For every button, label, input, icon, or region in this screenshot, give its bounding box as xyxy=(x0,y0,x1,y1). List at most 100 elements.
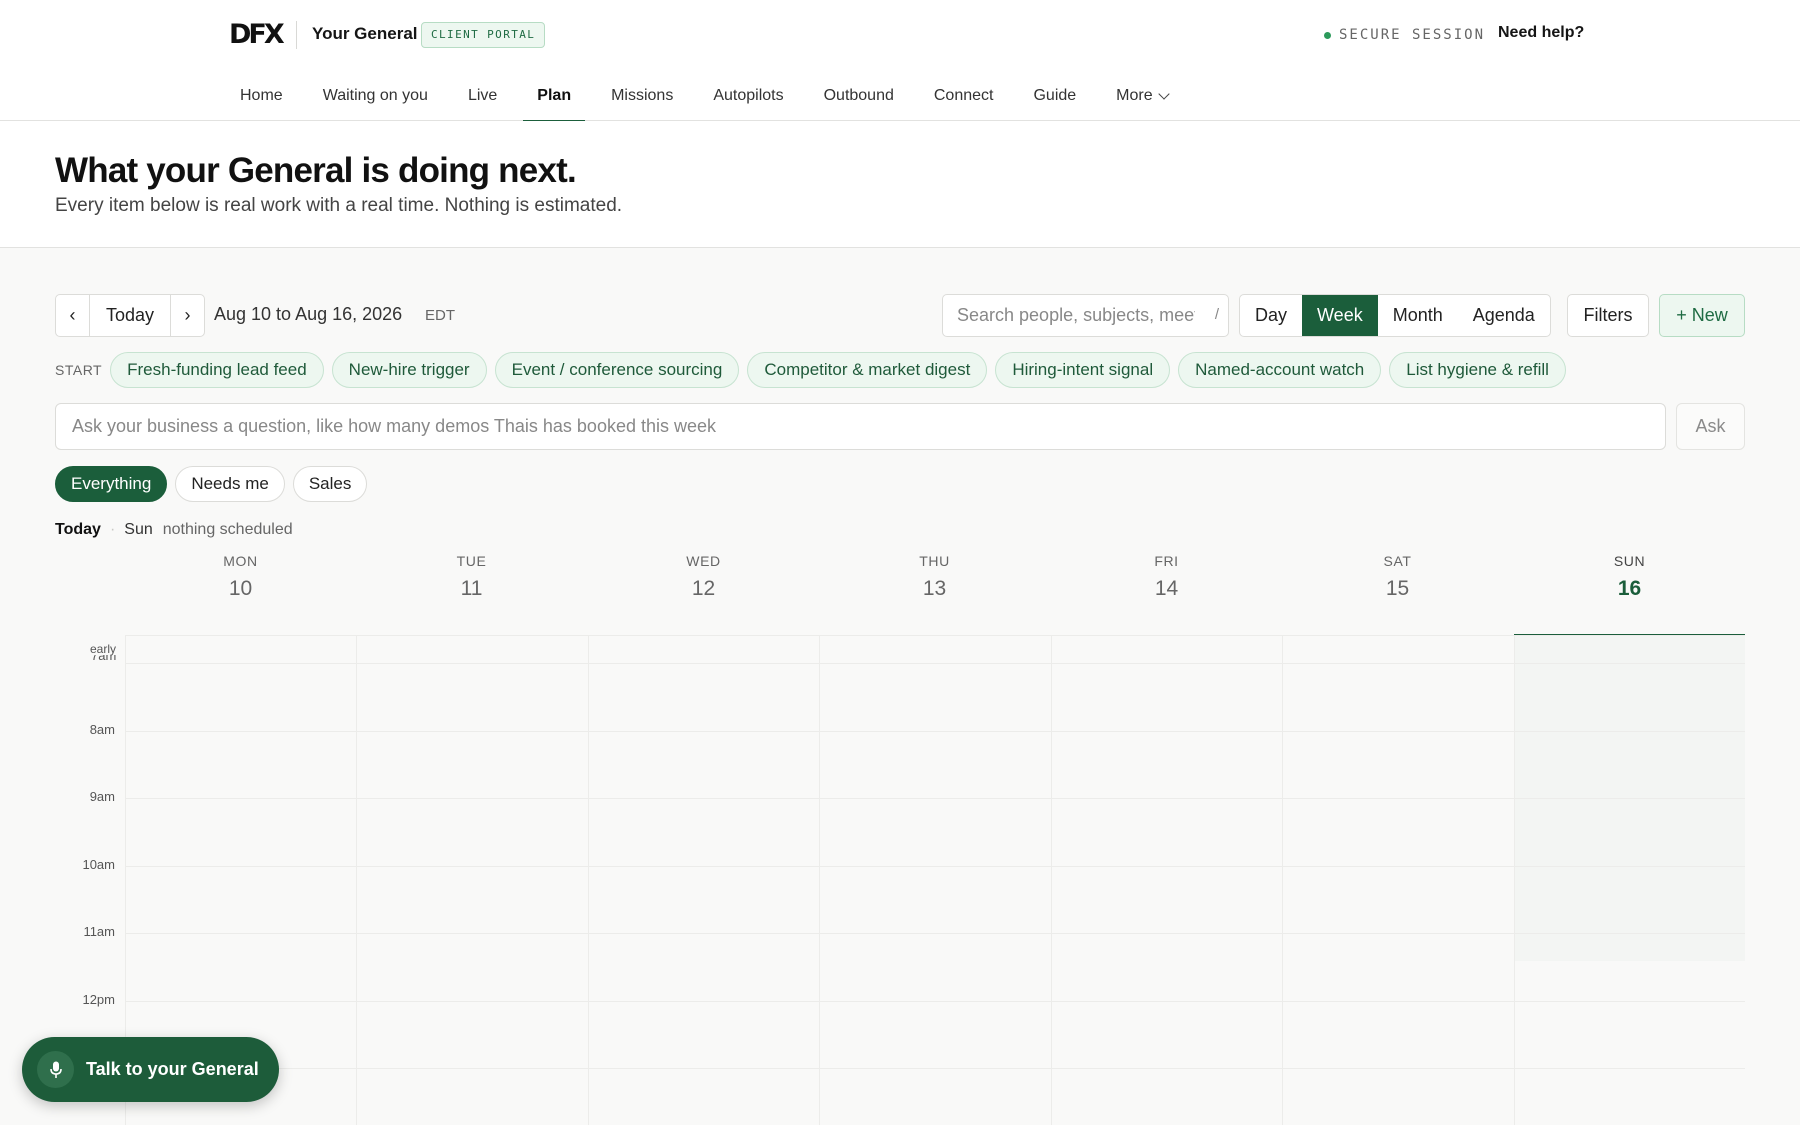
start-templates-row: START Fresh-funding lead feed New-hire t… xyxy=(55,352,1574,388)
ask-question-input[interactable] xyxy=(56,404,1665,449)
nav-item-guide[interactable]: Guide xyxy=(1013,70,1096,121)
day-name: FRI xyxy=(1154,553,1179,569)
nav-item-home[interactable]: Home xyxy=(220,70,303,121)
view-week-button[interactable]: Week xyxy=(1302,295,1378,336)
day-header-wed[interactable]: WED 12 xyxy=(588,552,819,601)
grid-column-line xyxy=(1282,636,1283,1125)
next-week-button[interactable]: › xyxy=(171,295,204,336)
nav-item-outbound[interactable]: Outbound xyxy=(804,70,914,121)
dfx-logo[interactable]: DFX xyxy=(229,20,285,50)
previous-week-button[interactable]: ‹ xyxy=(56,295,89,336)
day-header-mon[interactable]: MON 10 xyxy=(125,552,356,601)
nav-item-autopilots[interactable]: Autopilots xyxy=(693,70,803,121)
hour-label-12pm: 12pm xyxy=(82,992,115,1007)
date-range-label: Aug 10 to Aug 16, 2026 xyxy=(214,304,403,324)
day-name: THU xyxy=(919,553,950,569)
hour-label-7am-text: 7am xyxy=(91,655,117,663)
start-chip-fresh-funding[interactable]: Fresh-funding lead feed xyxy=(110,352,324,388)
start-chip-new-hire[interactable]: New-hire trigger xyxy=(331,352,487,388)
day-name: SAT xyxy=(1383,553,1412,569)
nav-item-more[interactable]: More xyxy=(1096,70,1187,121)
brand-row: DFX Your General CLIENT PORTAL SECURE SE… xyxy=(0,0,1800,70)
scope-chip-sales[interactable]: Sales xyxy=(292,466,368,502)
filters-button[interactable]: Filters xyxy=(1567,294,1649,337)
today-button[interactable]: Today xyxy=(89,295,171,336)
today-summary-note: nothing scheduled xyxy=(162,521,293,538)
calendar-toolbar: ‹ Today › Aug 10 to Aug 16, 2026 EDT / D… xyxy=(55,294,1745,337)
hour-line-10am xyxy=(125,866,1745,867)
start-chip-event-sourcing[interactable]: Event / conference sourcing xyxy=(494,352,740,388)
view-month-button[interactable]: Month xyxy=(1378,295,1458,336)
nav-item-waiting-on-you[interactable]: Waiting on you xyxy=(303,70,448,121)
day-name: TUE xyxy=(456,553,487,569)
hour-label-7am: 7am xyxy=(91,655,121,663)
view-switcher: Day Week Month Agenda xyxy=(1239,294,1551,337)
page-subtitle: Every item below is real work with a rea… xyxy=(55,195,623,216)
scope-chip-needs-me[interactable]: Needs me xyxy=(175,466,285,502)
day-header-fri[interactable]: FRI 14 xyxy=(1051,552,1282,601)
hour-line-1pm xyxy=(125,1068,1745,1069)
hour-line-11am xyxy=(125,933,1745,934)
early-label: early xyxy=(90,642,117,656)
hour-line-7am xyxy=(125,663,1745,664)
microphone-icon xyxy=(37,1051,74,1088)
day-name: SUN xyxy=(1613,553,1646,569)
today-summary-day: Sun xyxy=(124,521,153,538)
search-box: / xyxy=(942,294,1229,337)
hour-label-9am: 9am xyxy=(89,789,115,804)
main-nav: Home Waiting on you Live Plan Missions A… xyxy=(220,70,1188,122)
view-day-button[interactable]: Day xyxy=(1240,295,1302,336)
scope-filter-row: Everything Needs me Sales xyxy=(55,466,368,502)
day-number: 16 xyxy=(1617,577,1642,600)
new-item-button[interactable]: + New xyxy=(1659,294,1745,337)
start-chip-named-account[interactable]: Named-account watch xyxy=(1178,352,1382,388)
hour-label-10am: 10am xyxy=(82,857,115,872)
grid-column-line xyxy=(1051,636,1052,1125)
day-name: MON xyxy=(223,553,258,569)
view-agenda-button[interactable]: Agenda xyxy=(1458,295,1550,336)
chevron-down-icon xyxy=(1157,87,1170,100)
hour-line-12pm xyxy=(125,1001,1745,1002)
nav-item-missions[interactable]: Missions xyxy=(591,70,693,121)
nav-item-live[interactable]: Live xyxy=(448,70,517,121)
timezone-label: EDT xyxy=(425,307,455,324)
today-summary-label: Today xyxy=(55,521,101,538)
page-header: What your General is doing next. Every i… xyxy=(0,121,1800,248)
talk-to-general-button[interactable]: Talk to your General xyxy=(22,1037,279,1102)
day-number: 11 xyxy=(460,577,483,600)
scope-chip-everything[interactable]: Everything xyxy=(55,466,168,502)
more-label: More xyxy=(1116,86,1153,104)
need-help-link[interactable]: Need help? xyxy=(1498,24,1584,42)
day-number: 13 xyxy=(922,577,947,600)
grid-column-line xyxy=(356,636,357,1125)
day-header-sun[interactable]: SUN 16 xyxy=(1514,552,1745,601)
grid-column-line xyxy=(588,636,589,1125)
date-navigator: ‹ Today › xyxy=(55,294,205,337)
secure-session-indicator: SECURE SESSION xyxy=(1324,24,1485,46)
week-grid[interactable] xyxy=(125,635,1745,1125)
nav-item-connect[interactable]: Connect xyxy=(914,70,1014,121)
logo-divider xyxy=(296,21,297,49)
day-name: WED xyxy=(686,553,721,569)
day-header-sat[interactable]: SAT 15 xyxy=(1282,552,1513,601)
start-chip-competitor-digest[interactable]: Competitor & market digest xyxy=(747,352,988,388)
start-label: START xyxy=(55,362,103,378)
day-header-tue[interactable]: TUE 11 xyxy=(356,552,587,601)
search-shortcut-hint: / xyxy=(1214,306,1219,323)
ask-button[interactable]: Ask xyxy=(1676,403,1745,450)
hour-label-8am: 8am xyxy=(89,722,115,737)
grid-column-line xyxy=(1514,636,1515,1125)
grid-column-line xyxy=(819,636,820,1125)
day-number: 15 xyxy=(1385,577,1410,600)
nav-item-plan[interactable]: Plan xyxy=(517,70,591,122)
today-summary: Today · Sun nothing scheduled xyxy=(55,519,293,541)
search-input[interactable] xyxy=(957,295,1195,336)
start-chip-hiring-intent[interactable]: Hiring-intent signal xyxy=(995,352,1171,388)
secure-session-label: SECURE SESSION xyxy=(1339,27,1486,43)
brand-title: Your General xyxy=(312,24,418,43)
start-chip-list-hygiene[interactable]: List hygiene & refill xyxy=(1389,352,1566,388)
secure-status-dot-icon xyxy=(1324,31,1331,39)
ask-box xyxy=(55,403,1666,450)
day-header-thu[interactable]: THU 13 xyxy=(819,552,1050,601)
hour-line-8am xyxy=(125,731,1745,732)
